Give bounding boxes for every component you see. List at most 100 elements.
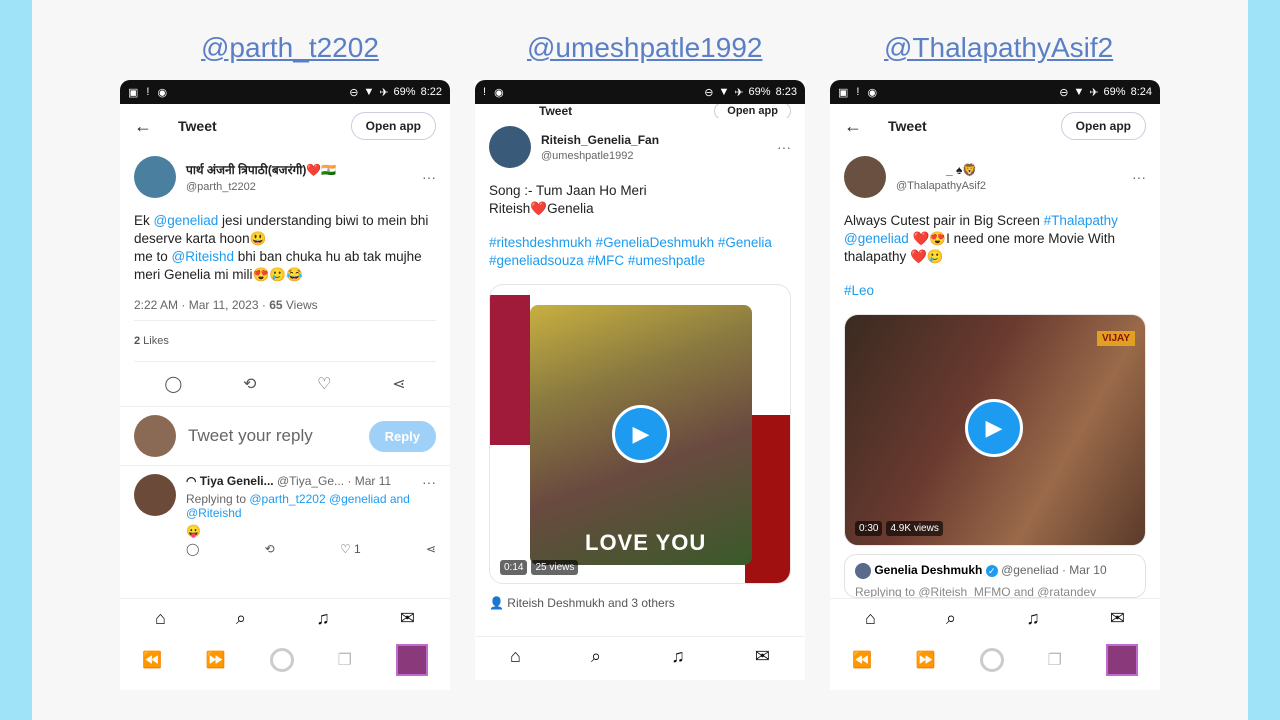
video-player[interactable]: ▶ LOVE YOU 0:14 25 views (489, 284, 791, 584)
more-icon[interactable]: ··· (422, 474, 436, 490)
home-circle-icon[interactable] (979, 648, 1004, 672)
avatar[interactable] (489, 126, 531, 168)
display-name[interactable]: पार्थ अंजनी त्रिपाठी(बजरंगी)❤️🇮🇳 (186, 161, 422, 178)
like-icon[interactable]: ♡ 1 (340, 542, 361, 556)
forward-icon[interactable]: ⏩ (206, 650, 226, 670)
play-icon[interactable]: ▶ (612, 405, 670, 463)
retweet-icon[interactable]: ⟲ (265, 542, 275, 556)
reply-input[interactable]: Tweet your reply (188, 426, 369, 446)
avatar[interactable] (844, 156, 886, 198)
username[interactable]: @umeshpatle1992 (541, 150, 777, 162)
notifications-icon[interactable]: ♫ (316, 608, 330, 629)
video-views: 4.9K views (886, 521, 943, 536)
back-arrow-icon[interactable]: ← (844, 116, 874, 137)
search-icon[interactable]: ⌕ (591, 646, 601, 667)
mention-link[interactable]: @Riteishd (172, 249, 234, 264)
home-icon[interactable]: ⌂ (510, 646, 521, 667)
username[interactable]: @ThalapathyAsif2 (896, 180, 1132, 192)
open-app-button[interactable]: Open app (350, 112, 436, 140)
top-bar: Tweet Open app (475, 104, 805, 118)
share-icon[interactable]: ⋖ (426, 542, 436, 556)
verified-badge-icon: ✓ (985, 565, 998, 578)
forward-icon[interactable]: ⏩ (916, 650, 936, 670)
views-count: 65 (269, 298, 283, 312)
more-icon[interactable]: ··· (422, 169, 436, 185)
open-app-button[interactable]: Open app (714, 104, 791, 118)
reply-tweet[interactable]: ◠ Tiya Geneli... @Tiya_Ge... · Mar 11 ··… (120, 465, 450, 564)
tweet-text: Song :- Tum Jaan Ho Meri Riteish❤️Geneli… (475, 176, 805, 276)
video-badge: 0:14 25 views (500, 560, 579, 575)
battery-text: 69% (748, 86, 771, 98)
phone-screenshot-1: ▣! ◉ ⊖ ▼ ✈ 69% 8:22 ← Tweet Open app पार्थ अं… (120, 80, 450, 690)
mention-link[interactable]: @geneliad (844, 231, 909, 246)
bottom-nav: ⌂ ⌕ ♫ ✉ (830, 598, 1160, 638)
play-icon[interactable]: ▶ (965, 399, 1023, 457)
app-thumbnail[interactable] (395, 644, 428, 676)
home-circle-icon[interactable] (269, 648, 294, 672)
timestamp: 2:22 AM · Mar 11, 2023 · (134, 298, 270, 312)
display-name[interactable]: _ ♠🦁 (946, 163, 1132, 177)
home-icon[interactable]: ⌂ (155, 608, 166, 629)
notifications-icon[interactable]: ♫ (671, 646, 685, 667)
gallery-icon: ▣ (128, 86, 139, 99)
video-views: 25 views (531, 560, 579, 575)
text-segment: me to (134, 249, 172, 264)
hashtags[interactable]: #riteshdeshmukh #GeneliaDeshmukh #Geneli… (489, 234, 791, 270)
top-bar: ← Tweet Open app (830, 104, 1160, 148)
reply-username: @Tiya_Ge... (276, 474, 345, 488)
handle-label-2[interactable]: @umeshpatle1992 (527, 32, 762, 64)
reply-display-name[interactable]: ◠ Tiya Geneli... (186, 474, 274, 488)
dnd-icon: ⊖ (349, 86, 359, 99)
tweet-author: _ ♠🦁 @ThalapathyAsif2 ··· (830, 148, 1160, 206)
hashtag-link[interactable]: #Thalapathy (1044, 213, 1118, 228)
messages-icon[interactable]: ✉ (755, 646, 770, 667)
couple-line: Riteish❤️Genelia (489, 201, 594, 216)
tweet-text: Always Cutest pair in Big Screen #Thalap… (830, 206, 1160, 306)
recent-apps-icon[interactable]: ❐ (1048, 650, 1062, 670)
back-arrow-icon[interactable]: ← (134, 116, 164, 137)
quoted-tweet[interactable]: Genelia Deshmukh ✓ @geneliad · Mar 10 Re… (844, 554, 1146, 598)
username[interactable]: @parth_t2202 (186, 181, 422, 193)
recent-apps-icon[interactable]: ❐ (338, 650, 352, 670)
battery-text: 69% (1103, 86, 1126, 98)
song-line: Song :- Tum Jaan Ho Meri (489, 183, 647, 198)
phone-screenshot-2: ! ◉ ⊖ ▼ ✈ 69% 8:23 Tweet Open app Riteish_Gen… (475, 80, 805, 680)
handle-label-1[interactable]: @parth_t2202 (201, 32, 379, 64)
video-duration: 0:30 (855, 521, 883, 536)
more-icon[interactable]: ··· (1132, 169, 1146, 185)
home-icon[interactable]: ⌂ (865, 608, 876, 629)
video-player[interactable]: VIJAY ▶ 0:30 4.9K views (844, 314, 1146, 546)
reply-date: · Mar 11 (347, 474, 392, 488)
more-icon[interactable]: ··· (777, 139, 791, 155)
mention-link[interactable]: @geneliad (154, 213, 219, 228)
reply-button[interactable]: Reply (368, 420, 436, 452)
app-thumbnail[interactable] (1105, 644, 1138, 676)
search-icon[interactable]: ⌕ (946, 608, 956, 629)
reply-icon[interactable]: ◯ (164, 374, 182, 394)
messages-icon[interactable]: ✉ (1110, 608, 1125, 629)
airplane-icon: ✈ (734, 86, 744, 99)
rewind-icon[interactable]: ⏪ (142, 650, 162, 670)
messages-icon[interactable]: ✉ (400, 608, 415, 629)
likes-label: Likes (140, 335, 169, 347)
status-bar: ▣! ◉ ⊖ ▼ ✈ 69% 8:22 (120, 80, 450, 104)
alert-icon: ! (146, 85, 150, 98)
retweet-icon[interactable]: ⟲ (243, 374, 256, 394)
open-app-button[interactable]: Open app (1060, 112, 1146, 140)
like-icon[interactable]: ♡ (317, 374, 331, 394)
avatar[interactable] (134, 156, 176, 198)
quote-text: Replying to @Riteish_MFMO and @ratandev (855, 585, 1097, 598)
rewind-icon[interactable]: ⏪ (852, 650, 872, 670)
likes-row[interactable]: 2 Likes (120, 321, 450, 361)
reply-icon[interactable]: ◯ (186, 542, 199, 556)
avatar (855, 563, 871, 579)
search-icon[interactable]: ⌕ (236, 608, 246, 629)
handle-label-3[interactable]: @ThalapathyAsif2 (884, 32, 1113, 64)
tagged-users[interactable]: 👤 Riteish Deshmukh and 3 others (475, 592, 805, 614)
avatar[interactable] (134, 474, 176, 516)
hashtag-link[interactable]: #Leo (844, 282, 1146, 300)
display-name[interactable]: Riteish_Genelia_Fan (541, 133, 777, 147)
notifications-icon[interactable]: ♫ (1026, 608, 1040, 629)
dnd-icon: ⊖ (1059, 86, 1069, 99)
share-icon[interactable]: ⋖ (392, 374, 405, 394)
